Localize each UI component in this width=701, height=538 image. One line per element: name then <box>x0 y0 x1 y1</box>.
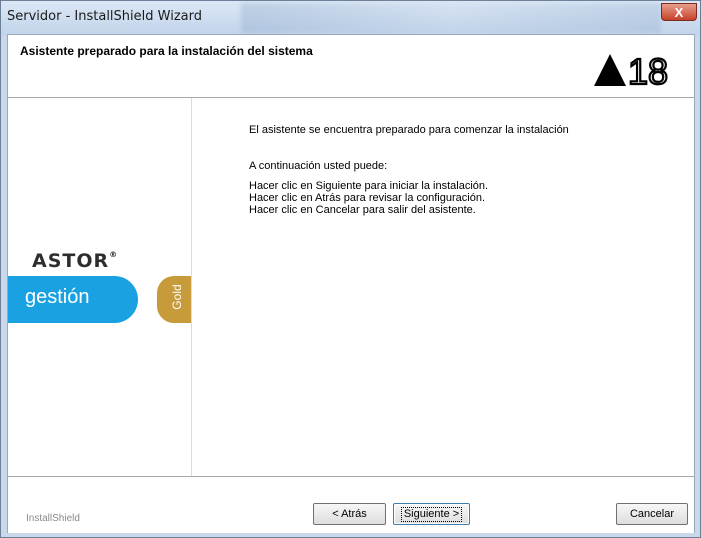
wizard-footer: InstallShield < Atrás Siguiente > Cancel… <box>8 476 694 533</box>
instruction-line: Hacer clic en Siguiente para iniciar la … <box>249 180 489 192</box>
cancel-button[interactable]: Cancelar <box>616 503 688 525</box>
back-button-label: < Atrás <box>332 508 367 520</box>
instruction-line: Hacer clic en Cancelar para salir del as… <box>249 204 476 216</box>
wizard-body: ASTOR® gestión Gold El asistente se encu… <box>8 98 694 476</box>
installshield-brand: InstallShield <box>26 513 80 524</box>
a18-logo: 18 <box>592 48 684 93</box>
gestion-badge: gestión <box>8 276 138 323</box>
gold-label: Gold <box>170 284 184 310</box>
cancel-button-label: Cancelar <box>629 508 675 520</box>
branding-panel: ASTOR® gestión Gold <box>8 98 192 476</box>
window-title: Servidor - InstallShield Wizard <box>7 9 202 24</box>
title-bar[interactable]: Servidor - InstallShield Wizard X <box>1 1 700 35</box>
page-title: Asistente preparado para la instalación … <box>20 44 313 58</box>
a18-logo-text: 18 <box>628 51 668 92</box>
instruction-line: Hacer clic en Atrás para revisar la conf… <box>249 192 485 204</box>
a18-logo-icon: 18 <box>594 50 669 93</box>
gestion-label: gestión <box>25 286 90 308</box>
installshield-window: Servidor - InstallShield Wizard X Asiste… <box>0 0 701 538</box>
close-button[interactable]: X <box>661 3 697 21</box>
wizard-client-area: Asistente preparado para la instalación … <box>7 34 695 533</box>
registered-mark: ® <box>109 250 119 259</box>
gold-badge: Gold <box>157 276 191 323</box>
background-window-blur <box>241 3 661 33</box>
astor-logo-text: ASTOR <box>32 250 110 272</box>
wizard-header: Asistente preparado para la instalación … <box>8 35 694 98</box>
next-button-label: Siguiente > <box>400 507 463 522</box>
intro-text: A continuación usted puede: <box>249 160 388 172</box>
astor-logo: ASTOR® <box>32 250 118 272</box>
back-button[interactable]: < Atrás <box>313 503 386 525</box>
ready-message: El asistente se encuentra preparado para… <box>249 124 569 136</box>
next-button[interactable]: Siguiente > <box>393 503 470 525</box>
